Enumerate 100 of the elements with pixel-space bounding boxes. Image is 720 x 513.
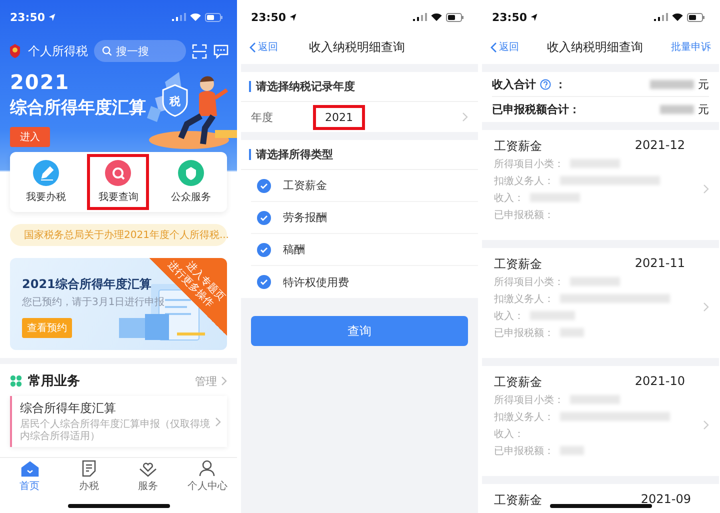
field-label: 已申报税额： bbox=[494, 326, 554, 340]
blurred-value bbox=[530, 311, 575, 320]
signal-icon bbox=[413, 13, 427, 21]
tab-item[interactable]: 首页 bbox=[0, 458, 60, 495]
document-icon bbox=[80, 460, 97, 477]
chevron-right-icon bbox=[221, 376, 227, 386]
income-record[interactable]: 工资薪金 2021-11 所得项目小类： 扣缴义务人： 收入： 已申报税额： bbox=[482, 248, 719, 358]
year-value[interactable]: 2021 bbox=[313, 104, 365, 130]
home-icon bbox=[20, 460, 39, 476]
income-record[interactable]: 工资薪金 2021-12 所得项目小类： 扣缴义务人： 收入： 已申报税额： bbox=[482, 130, 719, 240]
income-type: 工资薪金 bbox=[494, 138, 542, 155]
section-marker bbox=[249, 149, 251, 160]
clover-icon bbox=[10, 375, 22, 387]
record-date: 2021-09 bbox=[640, 492, 691, 508]
chevron-right-icon bbox=[703, 420, 709, 430]
help-icon[interactable] bbox=[540, 78, 551, 90]
income-type: 工资薪金 bbox=[494, 374, 542, 391]
record-date: 2021-10 bbox=[634, 374, 685, 390]
search-icon bbox=[102, 46, 112, 56]
income-record[interactable]: 工资薪金 2021-10 所得项目小类： 扣缴义务人： 收入： 已申报税额： bbox=[482, 366, 719, 476]
tab-item[interactable]: 办税 bbox=[59, 458, 118, 495]
page-title: 收入纳税明细查询 bbox=[309, 38, 405, 56]
battery-icon bbox=[687, 12, 705, 22]
field-label: 所得项目小类： bbox=[494, 394, 564, 406]
income-record[interactable]: 工资薪金 2021-09 bbox=[482, 484, 719, 513]
blurred-value bbox=[530, 193, 580, 202]
quick-action-button[interactable]: 我要查询 bbox=[87, 154, 150, 210]
field-label: 所得项目小类： bbox=[494, 276, 564, 288]
back-chevron-icon bbox=[490, 42, 497, 52]
battery-icon bbox=[446, 12, 464, 22]
query-button[interactable]: 查询 bbox=[251, 316, 468, 346]
section-title: 常用业务 bbox=[28, 373, 81, 390]
income-type-option[interactable]: 稿酬 bbox=[251, 234, 478, 266]
location-arrow-icon bbox=[530, 13, 538, 21]
income-type: 工资薪金 bbox=[494, 256, 542, 273]
back-chevron-icon bbox=[249, 42, 256, 52]
income-type-option[interactable]: 劳务报酬 bbox=[251, 202, 478, 234]
heart-hand-icon bbox=[139, 460, 158, 477]
blurred-value bbox=[660, 105, 694, 114]
field-label: 扣缴义务人： bbox=[494, 410, 554, 424]
business-item[interactable]: 综合所得年度汇算 居民个人综合所得年度汇算申报（仅取得境内综合所得适用） bbox=[10, 396, 227, 447]
message-icon[interactable] bbox=[213, 44, 229, 58]
batch-appeal-link[interactable]: 批量申诉 bbox=[671, 40, 711, 54]
blurred-value bbox=[560, 328, 584, 337]
page-title: 收入纳税明细查询 bbox=[547, 38, 643, 56]
section-marker bbox=[249, 81, 251, 92]
promo-title: 2021综合所得年度汇算 bbox=[22, 276, 152, 293]
blurred-value bbox=[650, 80, 694, 88]
section-title: 请选择所得类型 bbox=[256, 147, 333, 162]
chevron-right-icon bbox=[703, 184, 709, 194]
currency-unit: 元 bbox=[698, 102, 709, 117]
record-date: 2021-12 bbox=[634, 138, 685, 154]
chevron-right-icon bbox=[215, 416, 221, 426]
field-label: 已申报税额： bbox=[494, 444, 554, 458]
blurred-value bbox=[570, 395, 620, 404]
location-arrow-icon bbox=[289, 13, 298, 21]
app-name: 个人所得税 bbox=[28, 42, 88, 60]
year-label: 年度 bbox=[251, 110, 274, 124]
summary-label: 收入合计 bbox=[492, 76, 536, 92]
field-label: 收入： bbox=[494, 192, 524, 204]
quick-action-button[interactable]: 我要办税 bbox=[15, 154, 78, 210]
income-type: 工资薪金 bbox=[494, 492, 542, 509]
banner-title: 综合所得年度汇算 bbox=[10, 97, 146, 119]
back-button[interactable]: 返回 bbox=[490, 40, 519, 54]
banner-year: 2021 bbox=[10, 70, 71, 94]
wifi-icon bbox=[672, 13, 683, 21]
battery-icon bbox=[205, 12, 223, 22]
emblem-icon bbox=[8, 43, 22, 59]
enter-button[interactable]: 进入 bbox=[10, 127, 50, 147]
status-time: 23:50 bbox=[10, 10, 46, 24]
signal-icon bbox=[654, 13, 668, 21]
currency-unit: 元 bbox=[698, 76, 709, 92]
field-label: 收入： bbox=[494, 310, 524, 322]
scan-icon[interactable] bbox=[192, 44, 207, 58]
signal-icon bbox=[172, 13, 186, 21]
blurred-value bbox=[570, 159, 620, 168]
colon-text: ： bbox=[555, 76, 566, 92]
wifi-icon bbox=[190, 13, 201, 21]
status-time: 23:50 bbox=[492, 10, 528, 24]
tab-item[interactable]: 个人中心 bbox=[178, 458, 237, 495]
field-label: 收入： bbox=[494, 428, 524, 440]
income-type-option[interactable]: 特许权使用费 bbox=[251, 266, 478, 298]
field-label: 扣缴义务人： bbox=[494, 174, 554, 188]
tab-item[interactable]: 服务 bbox=[118, 458, 178, 495]
field-label: 已申报税额： bbox=[494, 208, 554, 222]
location-arrow-icon bbox=[48, 13, 56, 21]
back-button[interactable]: 返回 bbox=[249, 40, 278, 54]
field-label: 所得项目小类： bbox=[494, 158, 564, 170]
section-title: 请选择纳税记录年度 bbox=[256, 79, 355, 94]
income-type-option[interactable]: 工资薪金 bbox=[251, 170, 478, 202]
shield-text: 税 bbox=[170, 95, 180, 108]
chevron-right-icon bbox=[462, 112, 468, 122]
record-date: 2021-11 bbox=[634, 256, 685, 272]
wifi-icon bbox=[431, 13, 442, 21]
summary-label: 已申报税额合计： bbox=[492, 102, 580, 117]
person-icon bbox=[199, 460, 216, 477]
blurred-value bbox=[560, 446, 584, 455]
quick-action-button[interactable]: 公众服务 bbox=[160, 154, 222, 210]
field-label: 扣缴义务人： bbox=[494, 292, 554, 306]
chevron-right-icon bbox=[703, 302, 709, 312]
